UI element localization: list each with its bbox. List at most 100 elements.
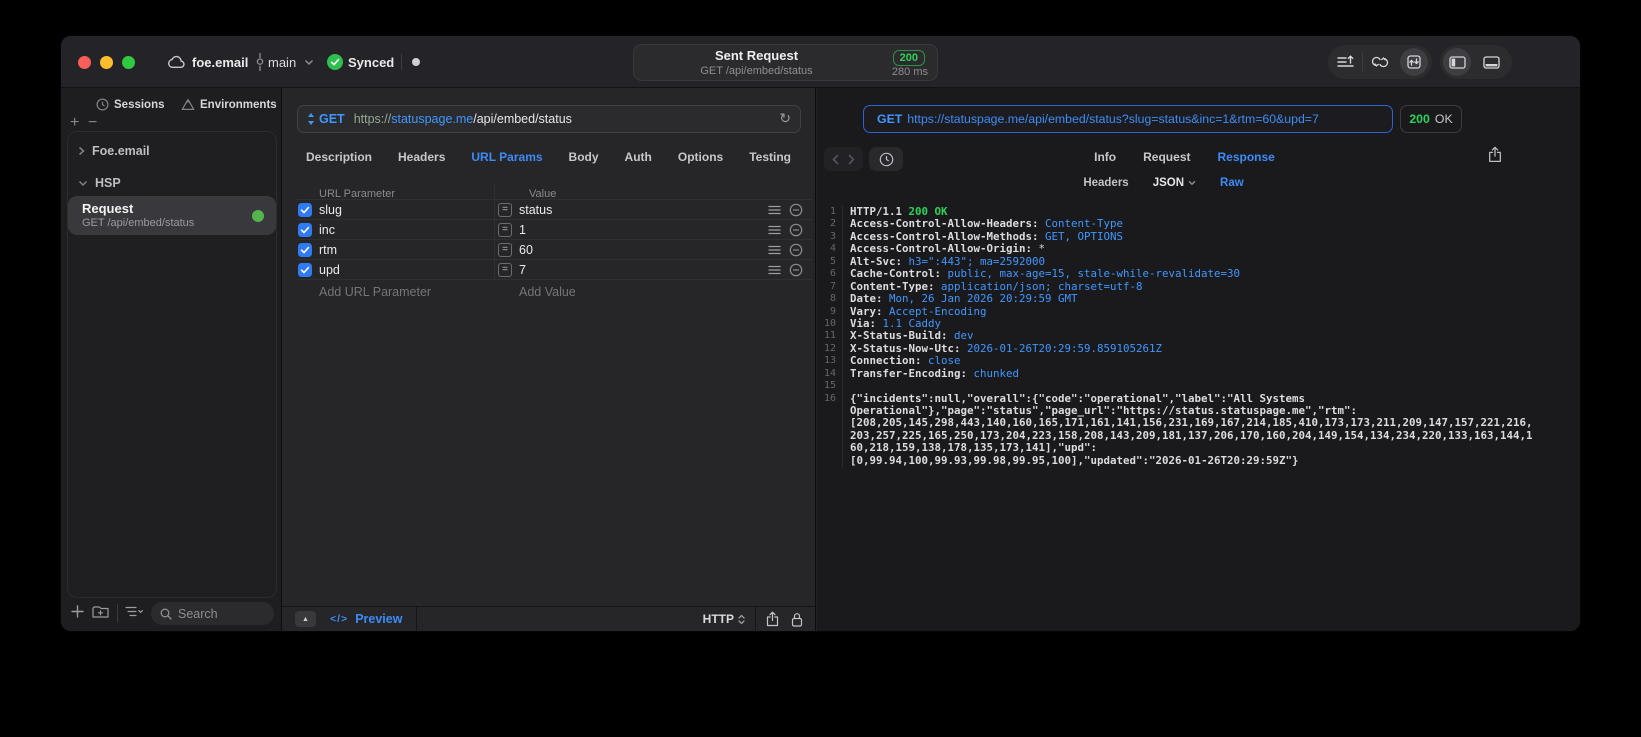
sort-options-button[interactable] [125, 605, 144, 618]
chevron-right-icon[interactable] [78, 146, 85, 156]
request-tab[interactable]: Body [569, 150, 599, 170]
param-menu-icon[interactable] [768, 205, 781, 215]
remove-param-icon[interactable] [789, 203, 803, 217]
request-tab[interactable]: Headers [398, 150, 445, 170]
subtab-raw[interactable]: Raw [1220, 177, 1244, 189]
line-number: 1 [817, 206, 843, 219]
close-window-button[interactable] [78, 56, 91, 69]
project-name[interactable]: foe.email [192, 55, 248, 70]
chevron-down-icon[interactable] [78, 180, 88, 187]
url-input[interactable]: https://statuspage.me/api/embed/status [354, 112, 572, 126]
request-list-item-selected[interactable]: Request GET /api/embed/status [68, 196, 276, 235]
param-name-input[interactable]: upd [319, 263, 340, 277]
new-folder-button[interactable] [92, 605, 109, 619]
preview-label: Preview [355, 612, 403, 626]
method-stepper-icon[interactable] [307, 113, 315, 125]
preview-button[interactable]: </> Preview [330, 612, 402, 626]
request-tab[interactable]: Description [306, 150, 372, 170]
toggle-sidebar-button[interactable] [1440, 45, 1474, 79]
protocol-stepper-icon[interactable] [738, 614, 745, 625]
collapse-panel-button[interactable]: ▲ [295, 611, 316, 627]
remove-session-button[interactable]: − [88, 114, 97, 132]
subtab-headers[interactable]: Headers [1083, 177, 1128, 189]
sidebar-search-input[interactable]: Search [151, 602, 274, 625]
request-url-bar[interactable]: GET https://statuspage.me/api/embed/stat… [297, 105, 801, 133]
chevron-down-icon[interactable] [304, 59, 314, 66]
clock-icon [96, 98, 109, 111]
param-checkbox-checked[interactable] [298, 202, 312, 217]
minimize-window-button[interactable] [100, 56, 113, 69]
new-request-button[interactable] [71, 605, 84, 618]
param-checkbox-checked[interactable] [298, 242, 312, 257]
response-tab[interactable]: Info [1094, 150, 1116, 164]
remove-param-icon[interactable] [789, 223, 803, 237]
line-number: 9 [817, 305, 843, 318]
param-menu-icon[interactable] [768, 225, 781, 235]
add-session-button[interactable]: + [70, 114, 79, 132]
param-value-input[interactable]: 1 [519, 223, 526, 237]
param-checkbox-checked[interactable] [298, 222, 312, 237]
line-number: 2 [817, 218, 843, 231]
code-line: 6 Cache-Control: public, max-age=15, sta… [817, 268, 1580, 281]
tab-environments[interactable]: Environments [181, 98, 277, 111]
param-checkbox-checked[interactable] [298, 262, 312, 277]
param-row[interactable]: rtm = 60 [297, 239, 812, 259]
sent-request-url-pill[interactable]: GET https://statuspage.me/api/embed/stat… [863, 105, 1393, 133]
resend-request-icon[interactable]: ↻ [779, 110, 791, 127]
protocol-select[interactable]: HTTP [703, 612, 734, 626]
add-url-parameter-placeholder[interactable]: Add URL Parameter [319, 285, 431, 299]
request-tab[interactable]: Auth [625, 150, 652, 170]
tree-item-foe-email[interactable]: Foe.email [78, 144, 150, 158]
export-response-icon[interactable] [1488, 146, 1502, 163]
tree-item-label: Foe.email [92, 144, 150, 158]
requests-list-button[interactable] [1328, 45, 1362, 79]
param-value-input[interactable]: 7 [519, 263, 526, 277]
param-value-input[interactable]: 60 [519, 243, 533, 257]
equals-operator-icon: = [498, 262, 512, 277]
param-row[interactable]: upd = 7 [297, 259, 812, 279]
sent-url: https://statuspage.me/api/embed/status?s… [907, 112, 1319, 126]
line-number: 6 [817, 268, 843, 281]
sent-request-title: Sent Request [714, 48, 799, 63]
subtab-format-dropdown[interactable]: JSON [1153, 177, 1196, 189]
param-row[interactable]: inc = 1 [297, 219, 812, 239]
response-subtabs: Headers JSON Raw [817, 177, 1510, 189]
remove-param-icon[interactable] [789, 263, 803, 277]
request-editor-pane: GET https://statuspage.me/api/embed/stat… [282, 88, 816, 631]
param-value-input[interactable]: status [519, 203, 552, 217]
branch-icon [255, 53, 265, 71]
param-menu-icon[interactable] [768, 265, 781, 275]
add-value-placeholder[interactable]: Add Value [519, 285, 576, 299]
bottom-bar-divider [755, 606, 756, 631]
import-request-button[interactable] [1397, 45, 1431, 79]
response-tab[interactable]: Request [1143, 150, 1190, 164]
request-tab[interactable]: Options [678, 150, 723, 170]
request-tab[interactable]: Testing [749, 150, 791, 170]
param-name-input[interactable]: rtm [319, 243, 337, 257]
response-status-text: OK [1434, 112, 1453, 126]
param-row[interactable]: slug = status [297, 199, 812, 219]
share-icon[interactable] [766, 611, 779, 627]
remove-param-icon[interactable] [789, 243, 803, 257]
line-number: 3 [817, 230, 843, 244]
zoom-window-button[interactable] [122, 56, 135, 69]
response-status-code: 200 [1409, 112, 1430, 126]
sync-loop-button[interactable] [1363, 45, 1397, 79]
line-number [817, 442, 843, 455]
toggle-bottom-panel-button[interactable] [1474, 45, 1508, 79]
param-name-input[interactable]: slug [319, 203, 342, 217]
branch-selector[interactable]: main [268, 55, 296, 70]
code-line: 15 [817, 380, 1580, 393]
param-name-input[interactable]: inc [319, 223, 335, 237]
request-bottom-bar: ▲ </> Preview HTTP [282, 606, 815, 631]
raw-response-view[interactable]: 1 HTTP/1.1 200 OK 2 Access-Control-Allow… [817, 203, 1580, 631]
code-line: 10 Via: 1.1 Caddy [817, 317, 1580, 331]
tab-sessions[interactable]: Sessions [96, 98, 165, 111]
tree-item-hsp[interactable]: HSP [78, 176, 121, 190]
response-tab[interactable]: Response [1217, 150, 1274, 164]
request-tab[interactable]: URL Params [471, 150, 542, 170]
sent-request-summary[interactable]: Sent Request GET /api/embed/status 200 2… [633, 44, 938, 81]
param-menu-icon[interactable] [768, 245, 781, 255]
method-select[interactable]: GET [319, 112, 345, 126]
lock-icon[interactable] [791, 612, 803, 627]
